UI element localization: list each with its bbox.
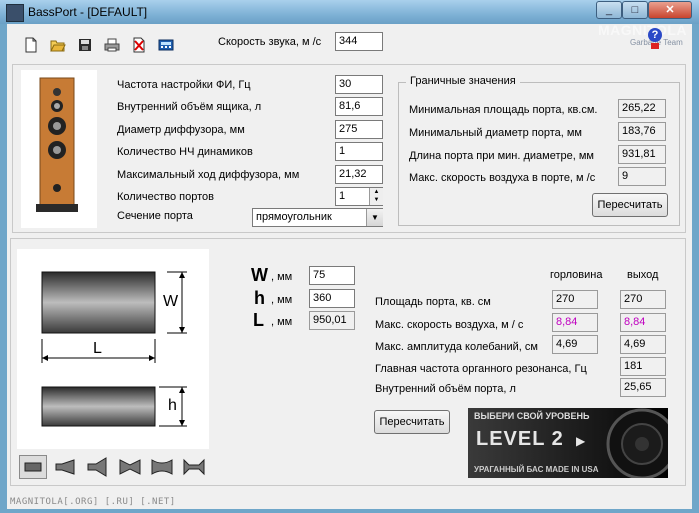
help-icon-base — [651, 43, 659, 49]
result-label: Макс. амплитуда колебаний, см — [375, 341, 538, 353]
recalc-port-button[interactable]: Пересчитать — [374, 410, 450, 434]
window-title: BassPort - [DEFAULT] — [28, 5, 148, 19]
port-area-exit: 270 — [620, 290, 666, 309]
port-section-value: прямоугольник — [256, 211, 332, 223]
banner-bottom-text: УРАГАННЫЙ БАС MADE IN USA — [474, 465, 599, 474]
cone-diameter-label: Диаметр диффузора, мм — [117, 124, 245, 136]
port-volume-value: 25,65 — [620, 378, 666, 397]
l-unit: , мм — [271, 316, 293, 328]
amplitude-exit: 4,69 — [620, 335, 666, 354]
limits-title: Граничные значения — [406, 75, 520, 87]
play-arrow-icon: ▶ — [576, 434, 586, 448]
amplitude-throat: 4,69 — [552, 335, 598, 354]
resonance-freq-value: 181 — [620, 357, 666, 376]
new-file-icon[interactable] — [23, 37, 39, 53]
result-label: Макс. скорость воздуха, м / с — [375, 319, 524, 331]
woofer-count-input[interactable]: 1 — [335, 142, 383, 161]
tuning-freq-input[interactable]: 30 — [335, 75, 383, 94]
close-button[interactable]: ✕ — [648, 1, 692, 19]
save-disk-icon[interactable] — [77, 37, 93, 53]
diagram-h-label: h — [168, 397, 177, 414]
help-icon[interactable]: ? — [648, 28, 662, 42]
diagram-l-label: L — [93, 340, 102, 357]
cone-diameter-input[interactable]: 275 — [335, 120, 383, 139]
port-area-throat: 270 — [552, 290, 598, 309]
diagram-w-label: W — [163, 293, 179, 310]
sound-speed-input[interactable]: 344 — [335, 32, 383, 51]
port-section-label: Сечение порта — [117, 210, 193, 222]
spinner-arrows-icon[interactable]: ▲ ▼ — [369, 188, 383, 205]
h-input[interactable]: 360 — [309, 289, 355, 308]
banner-level-text: LEVEL 2 — [476, 428, 564, 450]
air-speed-throat: 8,84 — [552, 313, 598, 332]
col-throat-header: горловина — [550, 269, 603, 281]
sound-speed-label: Скорость звука, м /с — [218, 36, 322, 48]
col-exit-header: выход — [627, 269, 659, 281]
len-min-diameter-value: 931,81 — [618, 145, 666, 164]
l-value: 950,01 — [309, 311, 355, 330]
result-label: Главная частота органного резонанса, Гц — [375, 363, 587, 375]
banner-top-text: ВЫБЕРИ СВОЙ УРОВЕНЬ — [474, 411, 590, 421]
w-unit: , мм — [271, 271, 293, 283]
port-count-label: Количество портов — [117, 191, 214, 203]
h-unit: , мм — [271, 294, 293, 306]
shape-double-cone-button[interactable] — [117, 456, 143, 478]
delete-icon[interactable] — [131, 37, 147, 53]
port-section-select[interactable]: прямоугольник — [252, 208, 383, 227]
woofer-count-label: Количество НЧ динамиков — [117, 146, 253, 158]
calculator-icon[interactable] — [158, 37, 174, 53]
air-speed-exit: 8,84 — [620, 313, 666, 332]
min-diameter-label: Минимальный диаметр порта, мм — [409, 127, 582, 139]
max-air-speed-port-label: Макс. скорость воздуха в порте, м /с — [409, 172, 596, 184]
status-bar-text: MAGNITOLA[.ORG] [.RU] [.NET] — [10, 497, 176, 507]
result-label: Площадь порта, кв. см — [375, 296, 491, 308]
maximize-button[interactable]: □ — [622, 1, 648, 19]
minimize-button[interactable]: _ — [596, 1, 622, 19]
min-area-value: 265,22 — [618, 99, 666, 118]
chevron-down-icon[interactable]: ▼ — [366, 209, 383, 226]
box-volume-label: Внутренний объём ящика, л — [117, 101, 262, 113]
shape-cone-button[interactable] — [53, 456, 79, 478]
shape-horn-button[interactable] — [85, 456, 111, 478]
app-icon — [6, 4, 24, 22]
min-diameter-value: 183,76 — [618, 122, 666, 141]
min-area-label: Минимальная площадь порта, кв.см. — [409, 104, 598, 116]
open-folder-icon[interactable] — [50, 37, 66, 53]
box-volume-input[interactable]: 81,6 — [335, 97, 383, 116]
shape-flared-button[interactable] — [149, 456, 175, 478]
print-icon[interactable] — [104, 37, 120, 53]
result-label: Внутренний объём порта, л — [375, 383, 516, 395]
level-banner[interactable]: ВЫБЕРИ СВОЙ УРОВЕНЬ LEVEL 2 ▶ УРАГАННЫЙ … — [468, 408, 668, 478]
w-letter: W — [251, 265, 268, 285]
l-letter: L — [253, 310, 264, 330]
w-input[interactable]: 75 — [309, 266, 355, 285]
tuning-freq-label: Частота настройки ФИ, Гц — [117, 79, 251, 91]
max-excursion-label: Максимальный ход диффузора, мм — [117, 169, 300, 181]
port-count-value: 1 — [339, 190, 346, 202]
max-excursion-input[interactable]: 21,32 — [335, 165, 383, 184]
recalc-limits-button[interactable]: Пересчитать — [592, 193, 668, 217]
port-diagram — [17, 249, 209, 449]
shape-rectangle-button[interactable] — [19, 455, 47, 479]
speaker-image — [21, 70, 97, 228]
max-air-speed-port-value: 9 — [618, 167, 666, 186]
watermark-logo: MAGNITOLA — [598, 22, 688, 38]
len-min-diameter-label: Длина порта при мин. диаметре, мм — [409, 150, 594, 162]
h-letter: h — [254, 288, 265, 308]
shape-double-flared-button[interactable] — [181, 456, 207, 478]
